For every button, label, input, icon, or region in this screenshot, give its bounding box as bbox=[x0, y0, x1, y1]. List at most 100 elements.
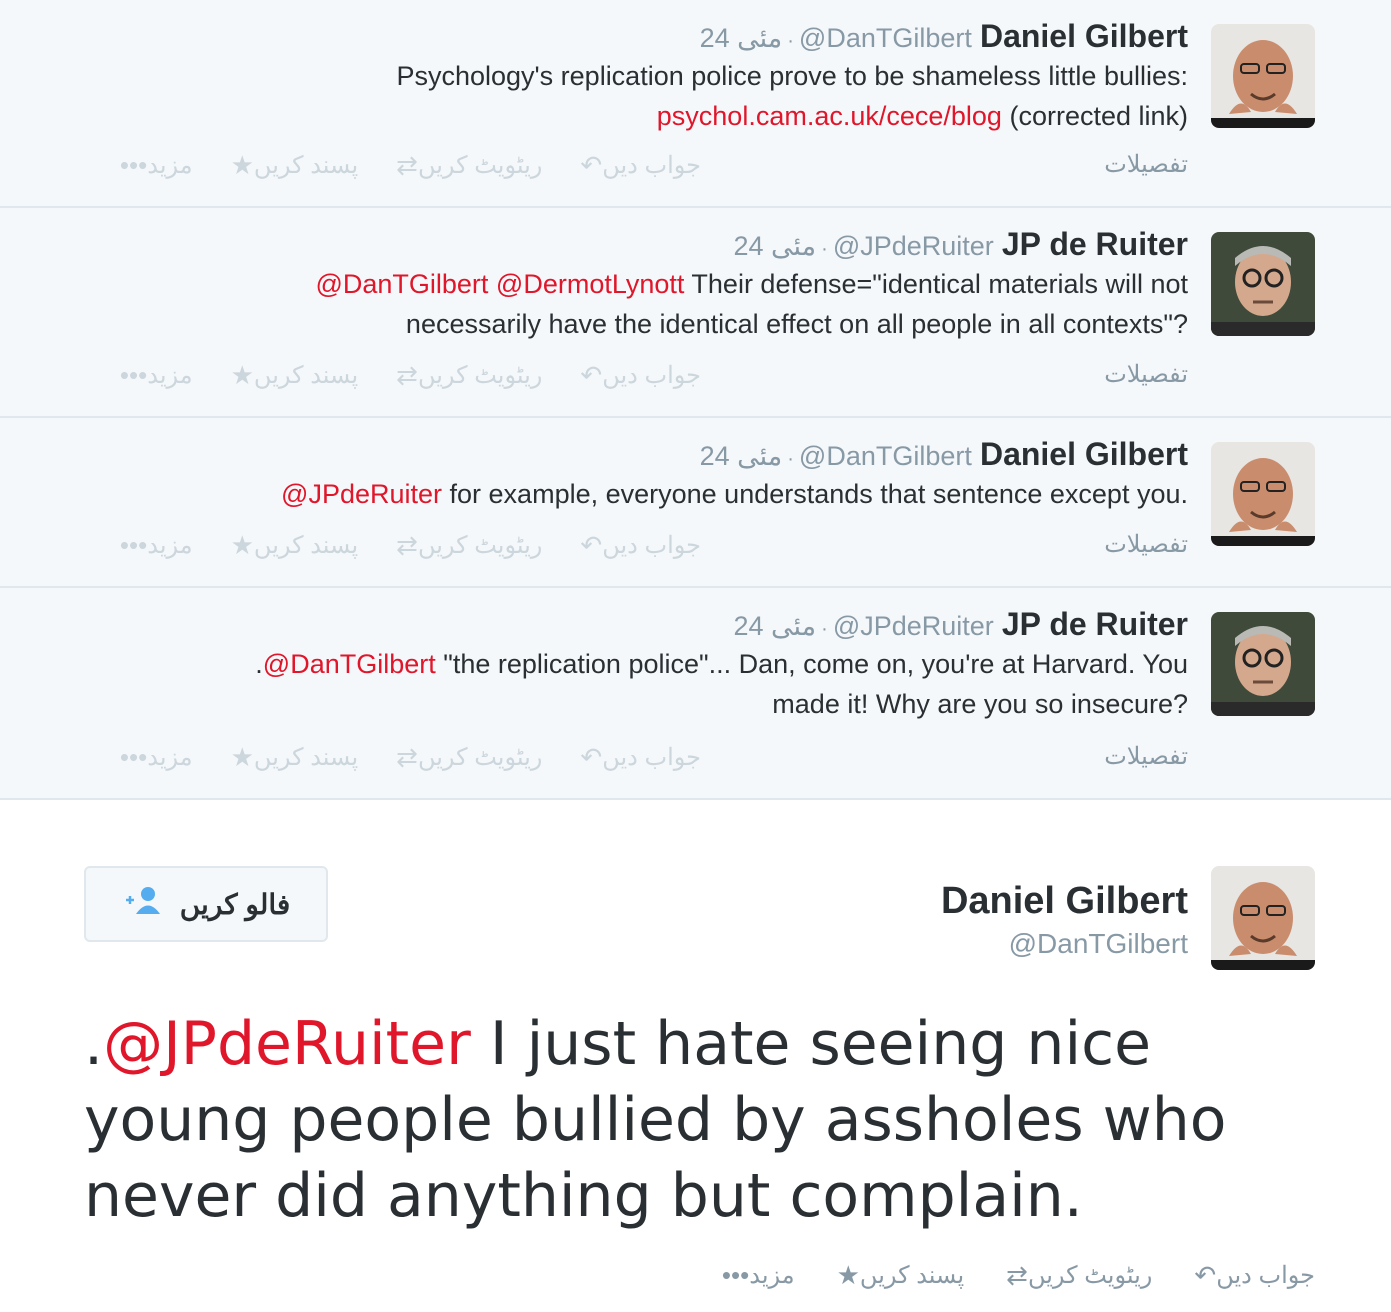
tweet-details-link[interactable]: تفصیلات bbox=[1104, 150, 1188, 179]
avatar-gilbert-image bbox=[1211, 866, 1315, 970]
reply-button[interactable]: ↶ جواب دیں bbox=[568, 530, 701, 561]
tweet-header: 24 مئی · @DanTGilbert Daniel Gilbert bbox=[700, 434, 1188, 479]
reply-icon: ↶ bbox=[580, 360, 603, 390]
tweet-author-handle[interactable]: @JPdeRuiter bbox=[833, 231, 994, 261]
tweet-author-name[interactable]: JP de Ruiter bbox=[1002, 226, 1188, 262]
more-button[interactable]: ••• مزید bbox=[108, 742, 193, 773]
tweet-item[interactable]: 24 مئی · @DanTGilbert Daniel Gilbert @JPdeR… bbox=[0, 418, 1391, 588]
more-label: مزید bbox=[147, 362, 193, 389]
tweet-author-handle[interactable]: @DanTGilbert bbox=[799, 23, 972, 53]
main-tweet-avatar[interactable] bbox=[1211, 866, 1315, 970]
tweet-avatar[interactable] bbox=[1211, 232, 1315, 336]
tweet-item[interactable]: 24 مئی · @JPdeRuiter JP de Ruiter @DanTGilb… bbox=[0, 208, 1391, 418]
separator-dot: · bbox=[787, 448, 794, 470]
reply-icon: ↶ bbox=[580, 742, 603, 772]
avatar-ruiter-image bbox=[1211, 232, 1315, 336]
tweet-link[interactable]: @DermotLynott bbox=[496, 269, 684, 299]
tweet-text-line: @DanTGilbert @DermotLynott Their defense… bbox=[315, 264, 1188, 304]
tweet-header: 24 مئی · @JPdeRuiter JP de Ruiter bbox=[733, 604, 1188, 649]
retweet-button[interactable]: ⇄ ریٹویٹ کریں bbox=[384, 150, 542, 181]
tweet-details-link[interactable]: تفصیلات bbox=[1104, 742, 1188, 771]
tweet-text: .@DanTGilbert "the replication police"..… bbox=[255, 644, 1188, 724]
more-button[interactable]: ••• مزید bbox=[108, 150, 193, 181]
tweet-text-line: @JPdeRuiter for example, everyone unders… bbox=[281, 474, 1188, 514]
tweet-details-link[interactable]: تفصیلات bbox=[1104, 530, 1188, 559]
tweet-text-fragment: made it! Why are you so insecure? bbox=[772, 689, 1188, 719]
tweet-actions: ↶ جواب دیں ⇄ ریٹویٹ کریں ★ پسند کریں ••• مزید bbox=[82, 742, 701, 773]
favorite-button[interactable]: ★ پسند کریں bbox=[219, 150, 359, 181]
tweet-avatar[interactable] bbox=[1211, 612, 1315, 716]
reply-button[interactable]: ↶ جواب دیں bbox=[568, 150, 701, 181]
avatar-gilbert-image bbox=[1211, 24, 1315, 128]
reply-label: جواب دیں bbox=[1216, 1262, 1315, 1289]
tweet-timestamp[interactable]: 24 مئی bbox=[733, 611, 816, 641]
retweet-icon: ⇄ bbox=[396, 742, 418, 772]
tweet-link[interactable]: @JPdeRuiter bbox=[281, 479, 442, 509]
mention-link[interactable]: @JPdeRuiter bbox=[103, 1009, 471, 1079]
tweet-timestamp[interactable]: 24 مئی bbox=[700, 23, 783, 53]
favorite-button[interactable]: ★ پسند کریں bbox=[795, 1260, 965, 1291]
star-icon: ★ bbox=[836, 1260, 860, 1290]
more-label: مزید bbox=[749, 1262, 795, 1289]
favorite-label: پسند کریں bbox=[859, 1262, 965, 1289]
more-button[interactable]: ••• مزید bbox=[108, 360, 193, 391]
avatar-gilbert-image bbox=[1211, 442, 1315, 546]
retweet-label: ریٹویٹ کریں bbox=[417, 744, 543, 771]
favorite-label: پسند کریں bbox=[253, 152, 359, 179]
tweet-text-fragment: Their defense="identical materials will … bbox=[684, 269, 1188, 299]
tweet-text-line: psychol.cam.ac.uk/cece/blog (corrected l… bbox=[396, 96, 1188, 136]
retweet-button[interactable]: ⇄ ریٹویٹ کریں bbox=[384, 530, 542, 561]
more-dots-icon: ••• bbox=[119, 150, 148, 180]
more-label: مزید bbox=[147, 532, 193, 559]
more-dots-icon: ••• bbox=[119, 530, 148, 560]
tweet-timestamp[interactable]: 24 مئی bbox=[700, 441, 783, 471]
reply-button[interactable]: ↶ جواب دیں bbox=[568, 360, 701, 391]
tweet-author-name[interactable]: Daniel Gilbert bbox=[980, 18, 1188, 54]
favorite-label: پسند کریں bbox=[253, 362, 359, 389]
main-tweet-author-name[interactable]: Daniel Gilbert bbox=[941, 880, 1188, 923]
tweet-link[interactable]: psychol.cam.ac.uk/cece/blog bbox=[657, 101, 1002, 131]
favorite-button[interactable]: ★ پسند کریں bbox=[219, 360, 359, 391]
reply-button[interactable]: ↶ جواب دیں bbox=[1152, 1260, 1315, 1291]
retweet-button[interactable]: ⇄ ریٹویٹ کریں bbox=[964, 1260, 1152, 1291]
more-button[interactable]: ••• مزید bbox=[680, 1260, 795, 1291]
tweet-item[interactable]: 24 مئی · @DanTGilbert Daniel Gilbert Psycho… bbox=[0, 0, 1391, 208]
main-tweet-text: .@JPdeRuiter I just hate seeing nice you… bbox=[84, 1006, 1314, 1234]
reply-icon: ↶ bbox=[580, 530, 603, 560]
favorite-button[interactable]: ★ پسند کریں bbox=[219, 530, 359, 561]
follow-button[interactable]: فالو کریں bbox=[84, 866, 328, 942]
star-icon: ★ bbox=[230, 150, 254, 180]
tweet-item[interactable]: 24 مئی · @JPdeRuiter JP de Ruiter .@DanTGil… bbox=[0, 588, 1391, 800]
main-tweet-author-handle[interactable]: @DanTGilbert bbox=[1009, 928, 1188, 960]
tweet-author-name[interactable]: Daniel Gilbert bbox=[980, 436, 1188, 472]
star-icon: ★ bbox=[230, 360, 254, 390]
tweet-text-line: .@DanTGilbert "the replication police"..… bbox=[255, 644, 1188, 684]
follow-button-label: فالو کریں bbox=[179, 888, 291, 920]
favorite-button[interactable]: ★ پسند کریں bbox=[219, 742, 359, 773]
tweet-timestamp[interactable]: 24 مئی bbox=[733, 231, 816, 261]
retweet-label: ریٹویٹ کریں bbox=[417, 532, 543, 559]
retweet-button[interactable]: ⇄ ریٹویٹ کریں bbox=[384, 742, 542, 773]
tweet-avatar[interactable] bbox=[1211, 24, 1315, 128]
tweet-author-handle[interactable]: @DanTGilbert bbox=[799, 441, 972, 471]
tweet-link[interactable]: @DanTGilbert bbox=[263, 649, 436, 679]
tweet-text-fragment: (corrected link) bbox=[1001, 101, 1188, 131]
tweet-text-line: necessarily have the identical effect on… bbox=[315, 304, 1188, 344]
more-button[interactable]: ••• مزید bbox=[108, 530, 193, 561]
tweet-author-handle[interactable]: @JPdeRuiter bbox=[833, 611, 994, 641]
tweet-text-fragment bbox=[488, 269, 496, 299]
retweet-icon: ⇄ bbox=[1006, 1260, 1028, 1290]
retweet-icon: ⇄ bbox=[396, 360, 418, 390]
tweet-text: @DanTGilbert @DermotLynott Their defense… bbox=[315, 264, 1188, 344]
tweet-details-link[interactable]: تفصیلات bbox=[1104, 360, 1188, 389]
retweet-button[interactable]: ⇄ ریٹویٹ کریں bbox=[384, 360, 542, 391]
tweet-avatar[interactable] bbox=[1211, 442, 1315, 546]
reply-button[interactable]: ↶ جواب دیں bbox=[568, 742, 701, 773]
favorite-label: پسند کریں bbox=[253, 532, 359, 559]
tweet-author-name[interactable]: JP de Ruiter bbox=[1002, 606, 1188, 642]
tweet-link[interactable]: @DanTGilbert bbox=[315, 269, 488, 299]
tweet-text: Psychology's replication police prove to… bbox=[396, 56, 1188, 136]
reply-label: جواب دیں bbox=[602, 152, 701, 179]
tweet-actions: ↶ جواب دیں ⇄ ریٹویٹ کریں ★ پسند کریں ••• مزید bbox=[82, 150, 701, 181]
tweet-text-fragment: Psychology's replication police prove to… bbox=[396, 61, 1188, 91]
